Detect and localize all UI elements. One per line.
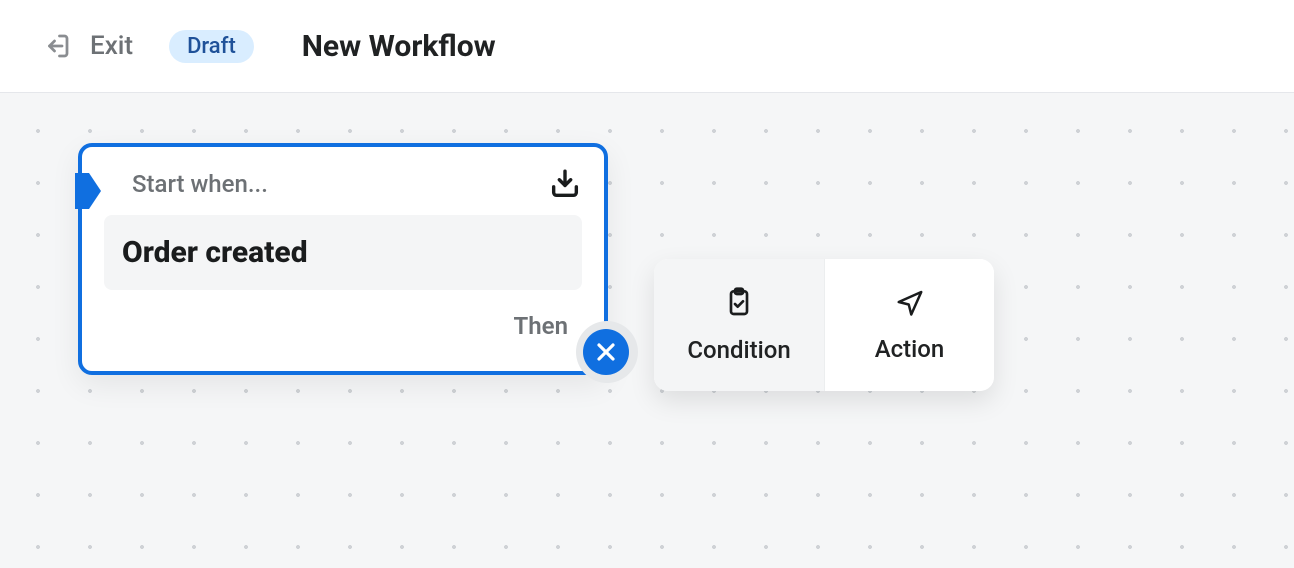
exit-label: Exit [90,31,133,61]
workflow-canvas[interactable]: Start when... Order created Then [0,92,1294,568]
trigger-header-label: Start when... [104,170,268,198]
inbox-download-icon[interactable] [548,167,582,201]
entry-flag-icon [73,171,103,211]
exit-button[interactable]: Exit [42,31,133,61]
trigger-node[interactable]: Start when... Order created Then [78,143,608,375]
exit-icon [42,31,72,61]
close-button[interactable] [583,329,629,375]
then-row: Then [104,290,582,340]
paper-plane-icon [893,287,927,321]
clipboard-check-icon [723,286,755,322]
action-label: Action [875,335,945,363]
close-icon [594,340,618,364]
trigger-header: Start when... [104,167,582,201]
then-label: Then [514,312,568,340]
page-title: New Workflow [302,29,496,64]
condition-label: Condition [687,336,790,364]
trigger-event-name: Order created [122,235,308,270]
status-badge: Draft [169,30,254,63]
add-node-chooser: Condition Action [654,259,994,391]
trigger-event-row[interactable]: Order created [104,215,582,290]
app-header: Exit Draft New Workflow [0,0,1294,92]
add-condition-button[interactable]: Condition [654,259,824,391]
add-action-button[interactable]: Action [824,259,994,391]
